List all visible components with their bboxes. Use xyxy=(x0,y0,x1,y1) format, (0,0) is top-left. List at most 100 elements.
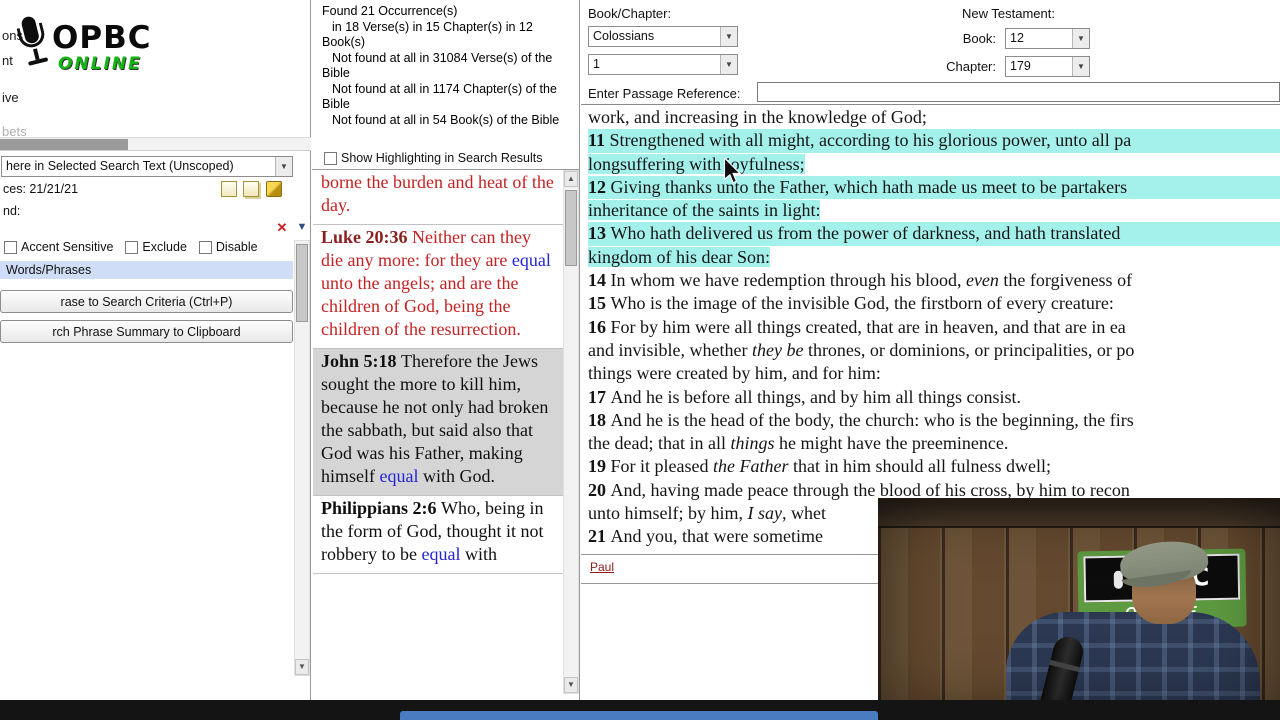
text-segment: equal xyxy=(421,544,461,564)
chevron-down-icon[interactable] xyxy=(720,55,737,74)
search-stat-line: in 18 Verse(s) in 15 Chapter(s) in 12 Bo… xyxy=(322,19,533,50)
text-segment: 17 xyxy=(588,386,611,407)
text-segment: John 5:18 xyxy=(321,351,402,371)
text-segment: inheritance of the saints in light: xyxy=(588,200,821,221)
phrase-list-icon[interactable] xyxy=(221,181,237,197)
scrollbar-thumb[interactable] xyxy=(565,190,577,266)
chapter-dropdown[interactable]: 1 xyxy=(588,54,738,75)
scroll-down-button[interactable] xyxy=(564,677,578,693)
text-segment: 21 xyxy=(588,526,611,547)
text-segment: 19 xyxy=(588,456,611,477)
bible-text-line: 19 For it pleased the Father that in him… xyxy=(588,455,1280,478)
divider xyxy=(581,104,1280,105)
disable-checkbox[interactable] xyxy=(198,240,212,254)
bible-text-line: 13 Who hath delivered us from the power … xyxy=(588,222,1280,246)
exclude-label: Exclude xyxy=(142,240,187,254)
bible-text: work, and increasing in the knowledge of… xyxy=(588,106,1280,549)
text-segment: In whom we have redemption through his b… xyxy=(610,270,966,291)
search-results-list[interactable]: borne the burden and heat of the day. Luk… xyxy=(313,170,563,694)
text-segment: And he is the head of the body, the chur… xyxy=(610,409,1134,430)
bible-text-line: 12 Giving thanks unto the Father, which … xyxy=(588,175,1280,200)
text-segment: with God. xyxy=(418,466,495,486)
text-segment: equal xyxy=(379,466,419,486)
exclude-checkbox[interactable] xyxy=(125,240,139,254)
text-segment: longsuffering with joyfulness; xyxy=(588,153,805,174)
show-highlighting-checkbox[interactable] xyxy=(324,151,337,165)
webcam-overlay: OPBC ONLINE xyxy=(878,498,1280,720)
text-segment: things were created by him, and for him: xyxy=(588,363,881,384)
search-stat-line: Not found at all in 54 Book(s) of the Bi… xyxy=(332,112,560,127)
taskbar-item[interactable] xyxy=(400,711,878,720)
chevron-down-icon[interactable] xyxy=(275,157,292,176)
bible-text-line: and invisible, whether they be thrones, … xyxy=(588,339,1280,362)
search-results-panel: Found 21 Occurrence(s) in 18 Verse(s) in … xyxy=(312,0,580,700)
accent-sensitive-label: Accent Sensitive xyxy=(21,240,114,254)
disable-option[interactable]: Disable xyxy=(198,240,258,254)
menu-fragment: bets xyxy=(2,124,27,139)
text-segment: For it pleased xyxy=(610,456,713,477)
bible-text-line: 17 And he is before all things, and by h… xyxy=(588,386,1280,409)
bible-text-line: work, and increasing in the knowledge of… xyxy=(588,106,1280,129)
paul-link[interactable]: Paul xyxy=(590,560,614,574)
menu-fragment[interactable]: nt xyxy=(2,53,13,68)
show-highlighting-option[interactable]: Show Highlighting in Search Results xyxy=(324,151,543,165)
mouse-cursor xyxy=(723,156,742,190)
text-segment: the dead; that in all xyxy=(588,433,731,454)
horizontal-scrollbar[interactable] xyxy=(0,137,311,151)
search-result-item[interactable]: Luke 20:36 Neither can they die any more… xyxy=(313,225,563,349)
bible-text-line: 11 Strengthened with all might, accordin… xyxy=(588,129,1280,153)
left-vertical-scrollbar[interactable] xyxy=(294,240,310,676)
delete-phrase-icon[interactable] xyxy=(274,220,290,236)
accent-sensitive-option[interactable]: Accent Sensitive xyxy=(4,240,113,254)
copy-icon[interactable] xyxy=(243,181,259,197)
text-segment: Strengthened with all might, according t… xyxy=(609,130,1132,151)
menu-fragment[interactable]: ive xyxy=(2,90,19,105)
book-number-dropdown[interactable]: 12 xyxy=(1005,28,1090,49)
accent-sensitive-checkbox[interactable] xyxy=(4,240,17,254)
scroll-up-button[interactable] xyxy=(564,171,578,187)
chevron-down-icon[interactable] xyxy=(720,27,737,46)
scrollbar-thumb[interactable] xyxy=(296,244,308,322)
search-scope-dropdown[interactable]: here in Selected Search Text (Unscoped) xyxy=(1,156,293,177)
exclude-option[interactable]: Exclude xyxy=(125,240,187,254)
passage-reference-input[interactable] xyxy=(757,82,1280,102)
chevron-down-icon[interactable] xyxy=(1072,57,1089,76)
search-result-item[interactable]: Philippians 2:6 Who, being in the form o… xyxy=(313,496,563,574)
logo-text: OPBC xyxy=(52,20,152,56)
bible-text-line: 16 For by him were all things created, t… xyxy=(588,316,1280,339)
text-segment: the forgiveness of xyxy=(998,270,1133,291)
words-phrases-header: Words/Phrases xyxy=(0,261,293,279)
book-dropdown[interactable]: Colossians xyxy=(588,26,738,47)
text-segment: And you, that were sometime xyxy=(610,526,823,547)
text-segment: 14 xyxy=(588,270,611,291)
add-phrase-button[interactable]: rase to Search Criteria (Ctrl+P) xyxy=(0,290,293,313)
text-segment: I say xyxy=(747,503,783,524)
chapter-number-dropdown[interactable]: 179 xyxy=(1005,56,1090,77)
text-segment: thrones, or dominions, or principalities… xyxy=(803,339,1135,360)
text-segment: 12 xyxy=(588,176,611,197)
chevron-down-icon[interactable] xyxy=(1072,29,1089,48)
bible-text-line: longsuffering with joyfulness; xyxy=(588,153,1280,176)
highlighted-text: inheritance of the saints in light: xyxy=(588,200,821,221)
search-result-item[interactable]: borne the burden and heat of the day. xyxy=(313,170,563,225)
search-result-item[interactable]: John 5:18 Therefore the Jews sought the … xyxy=(313,349,563,496)
text-segment: work, and increasing in the knowledge of… xyxy=(588,107,927,127)
results-vertical-scrollbar[interactable] xyxy=(563,170,579,694)
taskbar[interactable] xyxy=(0,700,1280,720)
opbc-logo: OPBC ONLINE xyxy=(16,8,178,88)
copy-summary-button[interactable]: rch Phrase Summary to Clipboard xyxy=(0,320,293,343)
text-segment: 16 xyxy=(588,316,611,337)
scrollbar-thumb[interactable] xyxy=(0,139,128,150)
book-label: Book: xyxy=(962,31,996,46)
search-stat-line: Not found at all in 1174 Chapter(s) of t… xyxy=(322,81,557,112)
highlight-pen-icon[interactable] xyxy=(266,181,282,197)
text-segment: , whet xyxy=(782,503,826,524)
book-dropdown-value: Colossians xyxy=(593,29,655,43)
passage-reference-label: Enter Passage Reference: xyxy=(588,86,741,101)
move-down-icon[interactable] xyxy=(294,219,310,235)
scroll-down-button[interactable] xyxy=(295,659,309,675)
text-segment: And he is before all things, and by him … xyxy=(610,386,1021,407)
disable-label: Disable xyxy=(215,240,258,254)
text-segment: with xyxy=(460,544,497,564)
text-segment: unto the angels; and are the children of… xyxy=(321,273,521,339)
